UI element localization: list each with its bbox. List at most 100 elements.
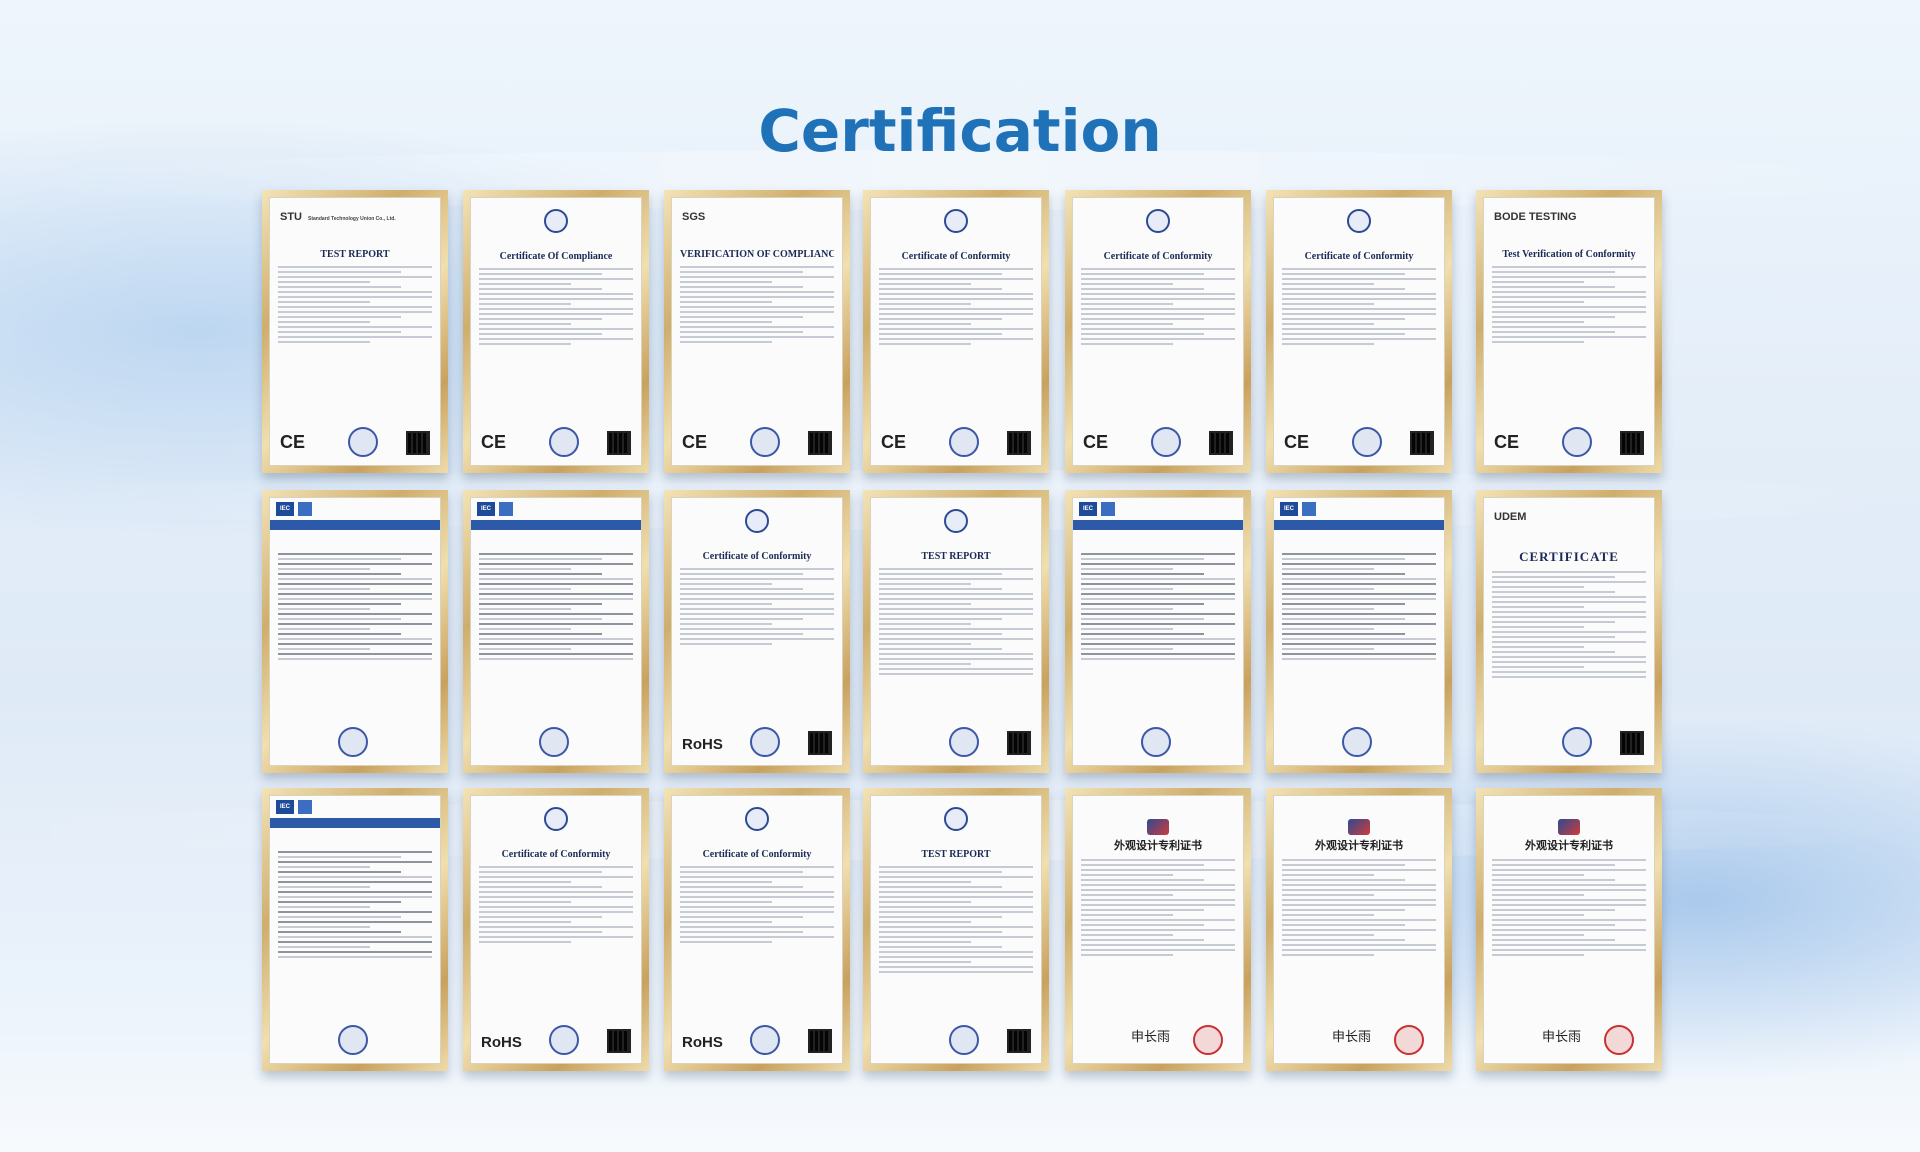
seal-icon — [750, 727, 780, 757]
certificate-frame[interactable]: Certificate Of Compliance CE — [463, 190, 649, 473]
certificate-document: Certificate of Conformity RoHS — [671, 497, 843, 766]
certificate-frame[interactable]: STU Standard Technology Union Co., Ltd. TE… — [262, 190, 448, 473]
certificate-frame[interactable]: Certificate of Conformity RoHS — [664, 788, 850, 1071]
certificate-document: IEC — [1273, 497, 1445, 766]
certificate-title: 外观设计专利证书 — [1315, 840, 1403, 852]
seal-icon — [750, 1025, 780, 1055]
ce-mark: CE — [881, 432, 907, 452]
seal-icon — [549, 427, 579, 457]
seal-icon — [1562, 727, 1592, 757]
iec-header: IEC — [270, 502, 440, 547]
certificate-frame[interactable]: UDEM CERTIFICATE — [1476, 490, 1662, 773]
certificate-frame[interactable]: Certificate of Conformity CE — [1266, 190, 1452, 473]
certificate-frame[interactable]: TEST REPORT — [863, 490, 1049, 773]
seal-icon — [338, 727, 368, 757]
rohs-mark: RoHS — [481, 1034, 522, 1051]
iecee-logo-icon — [298, 800, 312, 814]
certificate-frame[interactable]: TEST REPORT — [863, 788, 1049, 1071]
certificate-title: Certificate of Conformity — [501, 849, 611, 860]
ce-mark: CE — [1494, 432, 1520, 452]
seal-icon — [750, 427, 780, 457]
document-text-lines — [278, 553, 432, 660]
issuer-logo: STU — [280, 211, 302, 223]
qr-code-icon — [607, 431, 631, 455]
ce-mark: CE — [481, 432, 507, 452]
certificate-frame[interactable]: Certificate of Conformity RoHS — [664, 490, 850, 773]
iecee-logo-icon — [1302, 502, 1316, 516]
document-text-lines — [1081, 268, 1235, 345]
certificate-frame[interactable]: 外观设计专利证书 申长雨 — [1065, 788, 1251, 1071]
qr-code-icon — [1007, 731, 1031, 755]
iec-header: IEC — [1274, 502, 1444, 547]
rohs-mark: RoHS — [682, 1034, 723, 1051]
qr-code-icon — [1410, 431, 1434, 455]
header-bar — [471, 520, 641, 530]
footer — [879, 727, 1033, 757]
emblem-icon — [745, 509, 769, 533]
emblem-icon — [1147, 819, 1169, 835]
document-text-lines — [479, 866, 633, 943]
certificate-frame[interactable]: IEC — [1266, 490, 1452, 773]
certificate-header: UDEM — [1492, 507, 1646, 547]
iec-logo: IEC — [477, 502, 495, 516]
certificate-frame[interactable]: Certificate of Conformity CE — [1065, 190, 1251, 473]
document-text-lines — [680, 266, 834, 343]
header-bar — [270, 818, 440, 828]
footer: RoHS — [680, 727, 834, 757]
patent-header: 外观设计专利证书 — [1282, 819, 1436, 853]
certificate-frame[interactable]: IEC — [1065, 490, 1251, 773]
certificate-document: Certificate of Conformity RoHS — [671, 795, 843, 1064]
certificate-frame[interactable]: BODE TESTING Test Verification of Conform… — [1476, 190, 1662, 473]
document-text-lines — [1492, 859, 1646, 956]
certificate-frame[interactable]: IEC — [262, 788, 448, 1071]
certificate-document: IEC — [470, 497, 642, 766]
footer — [879, 1025, 1033, 1055]
footer: 申长雨 — [1492, 1025, 1646, 1055]
page-title: Certification — [758, 96, 1162, 165]
certificate-frame[interactable]: IEC — [463, 490, 649, 773]
certificate-document: BODE TESTING Test Verification of Conform… — [1483, 197, 1655, 466]
seal-icon — [1141, 727, 1171, 757]
certificate-header — [879, 209, 1033, 249]
certificate-title: TEST REPORT — [921, 849, 991, 860]
emblem-icon — [944, 209, 968, 233]
header-bar — [1274, 520, 1444, 530]
emblem-icon — [745, 807, 769, 831]
qr-code-icon — [1620, 731, 1644, 755]
ce-mark: CE — [1284, 432, 1310, 452]
certificate-document: Certificate of Conformity CE — [1273, 197, 1445, 466]
certificate-frame[interactable]: 外观设计专利证书申长雨 — [1266, 788, 1452, 1071]
certificate-header: STU Standard Technology Union Co., Ltd. — [278, 207, 432, 247]
certificate-frame[interactable]: 外观设计专利证书申长雨 — [1476, 788, 1662, 1071]
seal-icon — [348, 427, 378, 457]
signature-icon: 申长雨 — [1542, 1030, 1582, 1045]
certificate-frame[interactable]: IEC — [262, 490, 448, 773]
certificate-title: 外观设计专利证书 — [1525, 840, 1613, 852]
document-text-lines — [1492, 571, 1646, 678]
red-seal-icon — [1394, 1025, 1424, 1055]
qr-code-icon — [808, 731, 832, 755]
signature-icon: 申长雨 — [1332, 1030, 1372, 1045]
qr-code-icon — [808, 1029, 832, 1053]
issuer-name: Standard Technology Union Co., Ltd. — [308, 216, 396, 222]
footer: CE — [879, 427, 1033, 457]
qr-code-icon — [1007, 1029, 1031, 1053]
footer: CE — [1282, 427, 1436, 457]
certificate-document: TEST REPORT — [870, 795, 1042, 1064]
emblem-icon — [1347, 209, 1371, 233]
iec-logo: IEC — [276, 502, 294, 516]
emblem-icon — [544, 807, 568, 831]
iec-logo: IEC — [1079, 502, 1097, 516]
certificate-document: Certificate of Conformity CE — [870, 197, 1042, 466]
certificate-header — [680, 509, 834, 549]
footer — [1081, 727, 1235, 757]
certificate-frame[interactable]: SGS VERIFICATION OF COMPLIANCE CE — [664, 190, 850, 473]
certificate-frame[interactable]: Certificate of Conformity RoHS — [463, 788, 649, 1071]
red-seal-icon — [1604, 1025, 1634, 1055]
qr-code-icon — [1007, 431, 1031, 455]
seal-icon — [1151, 427, 1181, 457]
seal-icon — [338, 1025, 368, 1055]
document-text-lines — [879, 866, 1033, 973]
certificate-frame[interactable]: Certificate of Conformity CE — [863, 190, 1049, 473]
footer: RoHS — [479, 1025, 633, 1055]
